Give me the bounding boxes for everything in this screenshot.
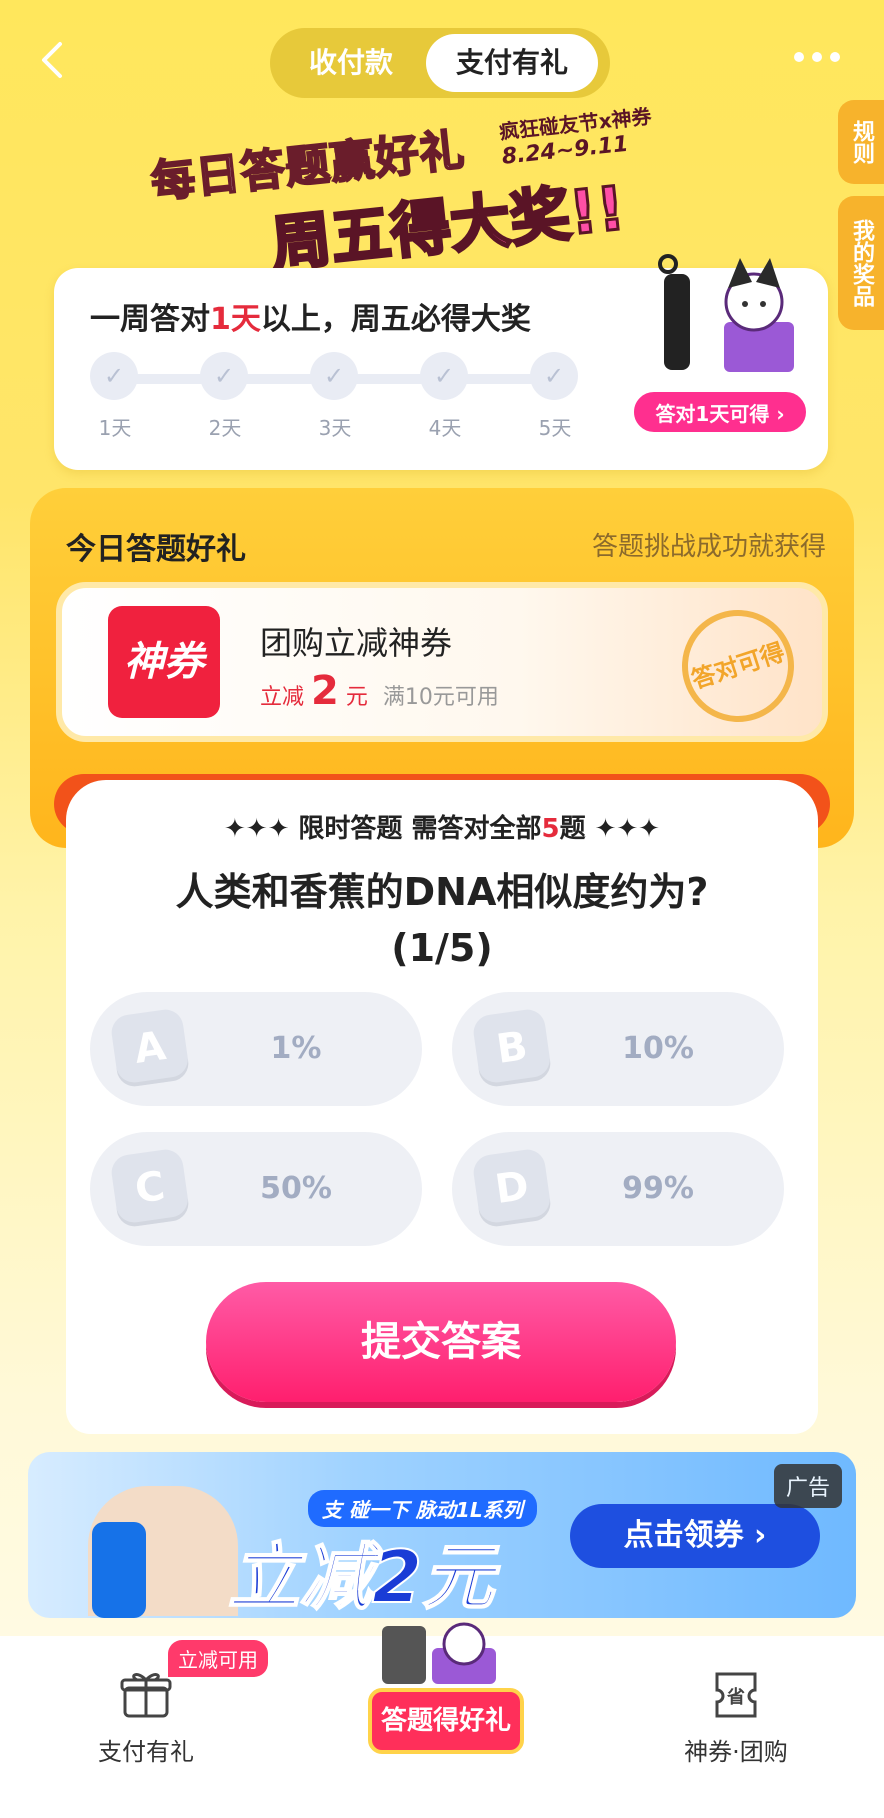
coupon-logo: 神券	[108, 606, 220, 718]
question-progress: (1/5)	[391, 926, 493, 970]
option-d[interactable]: D 99%	[452, 1132, 784, 1246]
drink-bottle-icon	[92, 1522, 146, 1618]
nav-label: 神券·团购	[684, 1738, 788, 1766]
option-a[interactable]: A 1%	[90, 992, 422, 1106]
today-subtitle: 答题挑战成功就获得	[591, 532, 826, 562]
day-label: 2天	[208, 416, 242, 440]
option-value: 1%	[270, 1031, 322, 1066]
nav-badge: 立减可用	[168, 1640, 268, 1677]
prize-icon	[382, 1622, 496, 1684]
ad-headline: 立减2元	[227, 1534, 495, 1618]
quiz-count: 5	[541, 814, 560, 844]
weekly-progress-card: 一周答对1天以上，周五必得大奖 ✓ 1天 ✓ 2天 ✓ 3天 ✓ 4天 ✓ 5天 答对1天…	[54, 254, 828, 470]
coupon-icon: 省	[715, 1672, 757, 1718]
option-value: 10%	[622, 1031, 694, 1066]
event-label: 疯狂碰友节x神券 8.24~9.11	[498, 100, 656, 170]
rules-tab[interactable]: 规则	[838, 100, 884, 184]
day-label: 4天	[428, 416, 462, 440]
day-label: 1天	[98, 416, 132, 440]
quiz-header: ✦✦✦ 限时答题 需答对全部5题 ✦✦✦	[224, 814, 660, 844]
check-icon: ✓	[530, 352, 578, 400]
weekly-title-highlight: 1天	[210, 302, 261, 337]
submit-answer-button[interactable]: 提交答案	[206, 1282, 676, 1402]
check-icon: ✓	[310, 352, 358, 400]
quiz-panel: ✦✦✦ 限时答题 需答对全部5题 ✦✦✦ 人类和香蕉的DNA相似度约为? (1/…	[66, 780, 818, 1434]
question-text: 人类和香蕉的DNA相似度约为?	[175, 870, 709, 914]
my-prizes-tab[interactable]: 我的奖品	[838, 196, 884, 330]
ad-banner[interactable]: 支 碰一下 脉动1L系列 立减2元 点击领券 › 广告	[28, 1452, 856, 1618]
coupon-card[interactable]: 神券 团购立减神券 立减 2 元 满10元可用 答对可得	[56, 582, 828, 742]
coupon-amount: 2	[311, 668, 339, 714]
tab-receive-pay[interactable]: 收付款	[276, 34, 426, 92]
option-b[interactable]: B 10%	[452, 992, 784, 1106]
prize-image-icon	[658, 254, 794, 372]
check-icon: ✓	[200, 352, 248, 400]
ad-tag: 广告	[773, 1464, 842, 1508]
stamp-badge: 答对可得	[667, 595, 809, 737]
day-label: 5天	[538, 416, 572, 440]
today-title: 今日答题好礼	[66, 532, 246, 567]
tab-pay-rewards[interactable]: 支付有礼	[426, 34, 598, 92]
claim-coupon-button[interactable]: 点击领券 ›	[570, 1504, 820, 1568]
nav-pay-rewards[interactable]: 支付有礼	[46, 1670, 246, 1767]
prize-button[interactable]: 答对1天可得 ›	[632, 390, 808, 434]
gift-icon	[120, 1673, 172, 1718]
nav-coupon-groupbuy[interactable]: 省 神券·团购	[636, 1670, 836, 1767]
coupon-condition: 满10元可用	[382, 685, 499, 710]
more-icon[interactable]	[794, 52, 840, 62]
option-letter: D	[471, 1147, 553, 1229]
check-icon: ✓	[90, 352, 138, 400]
option-letter: A	[109, 1007, 191, 1089]
day-step: ✓ 3天	[310, 352, 360, 441]
svg-text:省: 省	[726, 1686, 745, 1708]
nav-label: 支付有礼	[98, 1738, 194, 1766]
option-letter: B	[471, 1007, 553, 1089]
day-step: ✓ 1天	[90, 352, 140, 441]
day-step: ✓ 2天	[200, 352, 250, 441]
day-step: ✓ 5天	[530, 352, 580, 441]
coupon-price: 立减 2 元 满10元可用	[260, 668, 499, 714]
nav-quiz-rewards[interactable]: 答题得好礼	[368, 1688, 524, 1754]
top-segmented-tabs: 收付款 支付有礼	[270, 28, 610, 98]
back-icon[interactable]	[34, 40, 74, 80]
weekly-title: 一周答对1天以上，周五必得大奖	[90, 302, 531, 337]
day-label: 3天	[318, 416, 352, 440]
option-letter: C	[109, 1147, 191, 1229]
option-value: 99%	[622, 1171, 694, 1206]
quiz-question: 人类和香蕉的DNA相似度约为? (1/5)	[66, 864, 818, 976]
day-step: ✓ 4天	[420, 352, 470, 441]
option-c[interactable]: C 50%	[90, 1132, 422, 1246]
option-value: 50%	[260, 1171, 332, 1206]
check-icon: ✓	[420, 352, 468, 400]
coupon-name: 团购立减神券	[260, 624, 453, 662]
